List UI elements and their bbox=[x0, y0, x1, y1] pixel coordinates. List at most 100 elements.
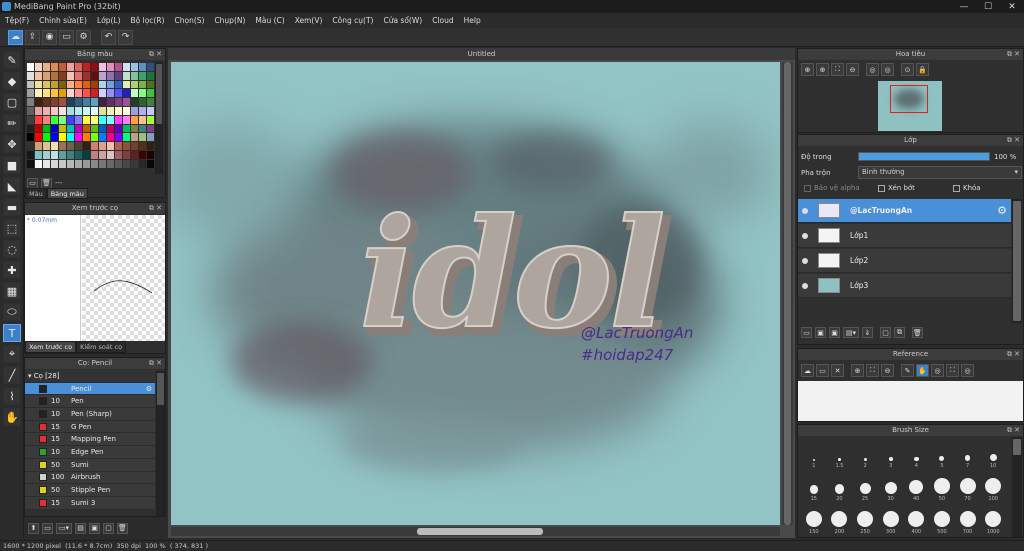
tool-button-4[interactable]: ✥ bbox=[3, 135, 21, 153]
color-swatch[interactable] bbox=[59, 133, 66, 142]
color-swatch[interactable] bbox=[27, 142, 34, 150]
color-swatch[interactable] bbox=[115, 98, 122, 106]
document-tab[interactable]: Untitled bbox=[168, 48, 795, 60]
brush-item[interactable]: 15 Sumi 3 bbox=[25, 496, 155, 510]
close-button[interactable]: ✕ bbox=[1000, 0, 1024, 13]
color-swatch[interactable] bbox=[67, 115, 74, 124]
color-swatch[interactable] bbox=[59, 159, 66, 168]
tool-button-12[interactable]: ⬭ bbox=[3, 303, 21, 321]
color-swatch[interactable] bbox=[107, 133, 114, 142]
brush-list-scrollbar[interactable] bbox=[156, 371, 165, 516]
brush-group[interactable]: ▾ Cọ [28] bbox=[25, 370, 155, 383]
color-swatch[interactable] bbox=[59, 115, 66, 124]
color-swatch[interactable] bbox=[43, 124, 50, 133]
color-swatch[interactable] bbox=[91, 150, 98, 159]
color-swatch[interactable] bbox=[75, 142, 82, 150]
color-swatch[interactable] bbox=[115, 133, 122, 142]
brush-item[interactable]: 10 Pen bbox=[25, 395, 155, 409]
color-swatch[interactable] bbox=[83, 63, 90, 71]
layer-bar-button-3[interactable]: ▤▾ bbox=[843, 327, 859, 338]
navigator-button-3[interactable]: ⊖ bbox=[846, 63, 859, 76]
color-swatch[interactable] bbox=[99, 71, 106, 80]
color-swatch[interactable] bbox=[147, 159, 154, 168]
brush-bar-button-1[interactable]: ▭ bbox=[42, 522, 53, 534]
color-swatch[interactable] bbox=[75, 115, 82, 124]
color-swatch[interactable] bbox=[139, 150, 146, 159]
canvas-horizontal-scrollbar[interactable] bbox=[171, 527, 780, 536]
color-swatch[interactable] bbox=[123, 98, 130, 106]
color-swatch[interactable] bbox=[131, 89, 138, 98]
color-swatch[interactable] bbox=[35, 124, 42, 133]
color-swatch[interactable] bbox=[131, 115, 138, 124]
color-swatch[interactable] bbox=[83, 142, 90, 150]
color-swatch[interactable] bbox=[99, 150, 106, 159]
color-swatch[interactable] bbox=[123, 133, 130, 142]
reference-button-7[interactable]: ✋ bbox=[916, 364, 929, 377]
layer-bar-button-5[interactable]: ▢ bbox=[880, 327, 891, 338]
color-swatch[interactable] bbox=[83, 98, 90, 106]
color-swatch[interactable] bbox=[115, 80, 122, 89]
color-swatch[interactable] bbox=[147, 71, 154, 80]
color-swatch[interactable] bbox=[123, 80, 130, 89]
color-swatch[interactable] bbox=[35, 106, 42, 115]
color-swatch[interactable] bbox=[139, 159, 146, 168]
color-swatch[interactable] bbox=[107, 150, 114, 159]
color-swatch[interactable] bbox=[35, 115, 42, 124]
brush-size-option[interactable]: 100 bbox=[980, 471, 1006, 503]
color-swatch[interactable] bbox=[123, 142, 130, 150]
brush-size-option[interactable]: 15 bbox=[801, 471, 827, 503]
tool-button-16[interactable]: ⌇ bbox=[3, 387, 21, 405]
color-swatch[interactable] bbox=[147, 133, 154, 142]
color-swatch[interactable] bbox=[147, 142, 154, 150]
color-swatch[interactable] bbox=[59, 124, 66, 133]
chat-button[interactable]: ◉ bbox=[42, 29, 57, 45]
color-swatch[interactable] bbox=[51, 142, 58, 150]
clipping-checkbox[interactable]: Xén bớt bbox=[878, 184, 915, 192]
color-swatch[interactable] bbox=[99, 115, 106, 124]
color-swatch[interactable] bbox=[91, 71, 98, 80]
brush-size-option[interactable]: 300 bbox=[878, 504, 904, 536]
color-swatch[interactable] bbox=[35, 80, 42, 89]
color-swatch[interactable] bbox=[123, 150, 130, 159]
reference-button-8[interactable]: ◎ bbox=[931, 364, 944, 377]
brush-size-option[interactable]: 40 bbox=[904, 471, 930, 503]
reference-button-10[interactable]: ◎ bbox=[961, 364, 974, 377]
brush-size-option[interactable]: 500 bbox=[929, 504, 955, 536]
menu-item-8[interactable]: Công cụ(T) bbox=[332, 16, 373, 25]
blend-mode-select[interactable]: Bình thường ▾ bbox=[858, 166, 1022, 179]
color-swatch[interactable] bbox=[59, 98, 66, 106]
color-swatch[interactable] bbox=[83, 80, 90, 89]
color-swatch[interactable] bbox=[115, 106, 122, 115]
reference-button-1[interactable]: ▭ bbox=[816, 364, 829, 377]
color-swatch[interactable] bbox=[51, 159, 58, 168]
brush-bar-button-5[interactable]: ▢ bbox=[103, 522, 114, 534]
tool-button-3[interactable]: ✏ bbox=[3, 114, 21, 132]
brush-size-scrollbar[interactable] bbox=[1012, 437, 1022, 537]
color-swatch[interactable] bbox=[27, 124, 34, 133]
navigator-button-2[interactable]: ⛶ bbox=[831, 63, 844, 76]
eye-icon[interactable] bbox=[802, 232, 808, 239]
menu-item-1[interactable]: Chỉnh sửa(E) bbox=[39, 16, 87, 25]
color-swatch[interactable] bbox=[51, 80, 58, 89]
brush-size-option[interactable]: 1 bbox=[801, 438, 827, 470]
gear-icon[interactable]: ⚙ bbox=[997, 204, 1007, 217]
color-swatch[interactable] bbox=[139, 89, 146, 98]
color-swatch[interactable] bbox=[59, 142, 66, 150]
color-swatch[interactable] bbox=[99, 124, 106, 133]
reference-button-6[interactable]: ✎ bbox=[901, 364, 914, 377]
color-swatch[interactable] bbox=[35, 150, 42, 159]
color-swatch[interactable] bbox=[67, 150, 74, 159]
color-swatch[interactable] bbox=[43, 80, 50, 89]
color-swatch[interactable] bbox=[51, 71, 58, 80]
color-swatch[interactable] bbox=[107, 63, 114, 71]
color-swatch[interactable] bbox=[139, 71, 146, 80]
color-swatch[interactable] bbox=[99, 89, 106, 98]
menu-item-6[interactable]: Màu (C) bbox=[255, 16, 284, 25]
color-swatch[interactable] bbox=[75, 133, 82, 142]
color-swatch[interactable] bbox=[91, 115, 98, 124]
color-swatch[interactable] bbox=[67, 106, 74, 115]
color-swatch[interactable] bbox=[139, 106, 146, 115]
color-swatch[interactable] bbox=[115, 142, 122, 150]
export-button[interactable]: ⇪ bbox=[25, 29, 40, 45]
color-swatch[interactable] bbox=[123, 159, 130, 168]
